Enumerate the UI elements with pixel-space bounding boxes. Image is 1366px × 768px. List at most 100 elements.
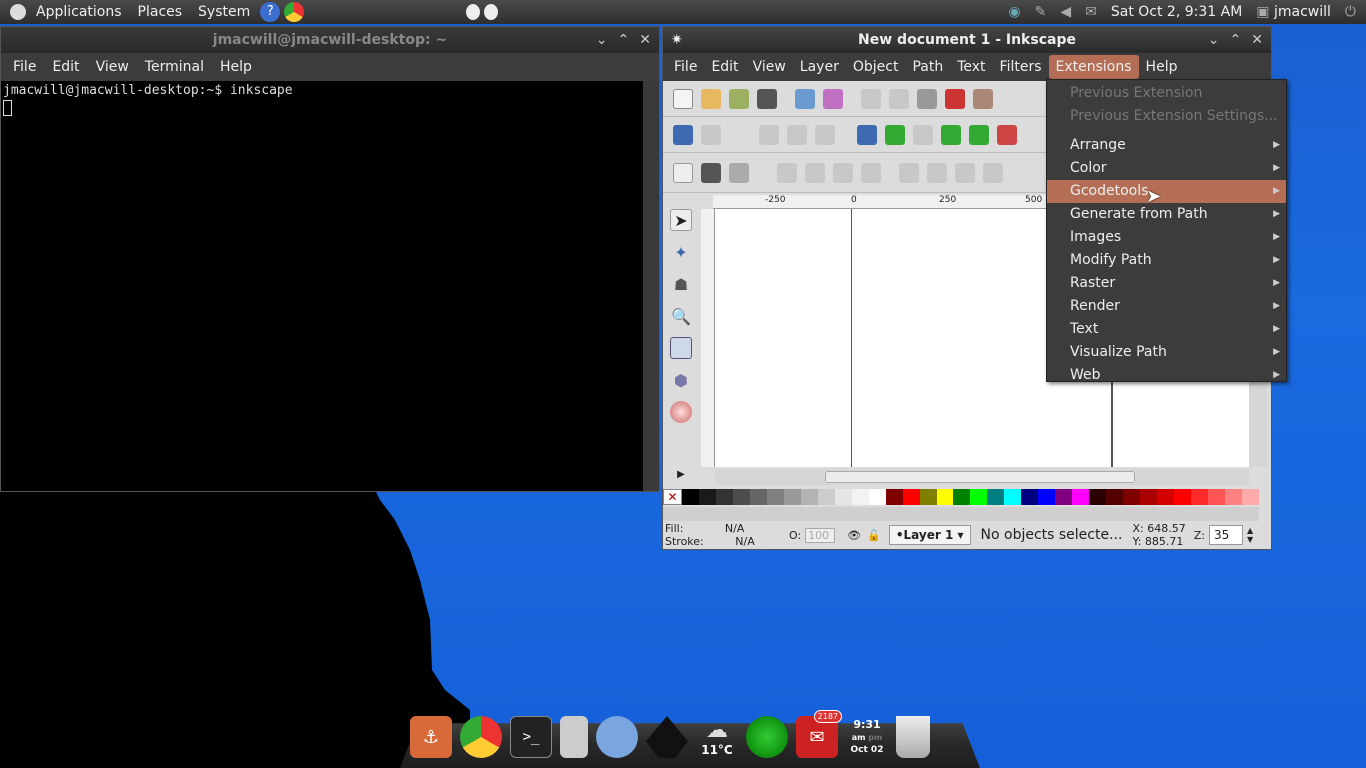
copy-icon[interactable]: [917, 88, 937, 109]
color-swatch[interactable]: [817, 489, 835, 505]
visibility-eye-icon[interactable]: 👁: [847, 529, 861, 542]
rotate-ccw-icon[interactable]: [777, 162, 797, 183]
layers-icon[interactable]: [701, 162, 721, 183]
zoom-field[interactable]: 35: [1208, 525, 1243, 545]
color-swatch[interactable]: [1038, 489, 1056, 505]
rotate-cw-icon[interactable]: [805, 162, 825, 183]
menu-edit[interactable]: Edit: [704, 55, 745, 79]
anchor-launcher-icon[interactable]: ⚓: [410, 716, 452, 758]
ellipse-tool-icon[interactable]: [670, 401, 692, 423]
terminal-menu-terminal[interactable]: Terminal: [137, 55, 212, 79]
horizontal-scrollbar[interactable]: [715, 469, 1249, 485]
color-swatch[interactable]: [885, 489, 903, 505]
menu-item-web[interactable]: Web ▶: [1047, 364, 1286, 387]
palette-scrollbar[interactable]: [663, 507, 1259, 521]
color-swatch[interactable]: [834, 489, 852, 505]
color-swatch[interactable]: [732, 489, 750, 505]
menu-object[interactable]: Object: [846, 55, 906, 79]
menu-item-images[interactable]: Images ▶: [1047, 226, 1286, 249]
close-button[interactable]: ✕: [639, 32, 651, 48]
power-icon[interactable]: ⏻: [1345, 4, 1356, 20]
save-icon[interactable]: [729, 88, 749, 109]
minimize-button[interactable]: ⌄: [596, 32, 608, 48]
menu-path[interactable]: Path: [905, 55, 950, 79]
color-swatch[interactable]: [1208, 489, 1225, 505]
menu-item-arrange[interactable]: Arrange ▶: [1047, 134, 1286, 157]
segment-icon[interactable]: [815, 124, 835, 145]
curve-segment-icon[interactable]: [969, 124, 989, 145]
color-swatch[interactable]: [902, 489, 920, 505]
volume-icon[interactable]: ◀: [1060, 4, 1071, 20]
close-button[interactable]: ✕: [1251, 32, 1263, 48]
color-swatch[interactable]: [868, 489, 886, 505]
terminal-launcher-icon[interactable]: >_: [510, 716, 552, 758]
new-document-icon[interactable]: [673, 88, 693, 109]
inkscape-titlebar[interactable]: ✷ New document 1 - Inkscape ⌄ ⌃ ✕: [663, 27, 1271, 53]
symmetric-node-icon[interactable]: [913, 124, 933, 145]
color-swatch[interactable]: [1157, 489, 1175, 505]
color-swatch[interactable]: [749, 489, 767, 505]
terminal-menu-help[interactable]: Help: [212, 55, 260, 79]
applications-menu[interactable]: Applications: [28, 4, 130, 20]
color-swatch[interactable]: [698, 489, 716, 505]
color-swatch[interactable]: [987, 489, 1005, 505]
color-swatch[interactable]: [715, 489, 733, 505]
menu-layer[interactable]: Layer: [793, 55, 846, 79]
color-swatch[interactable]: [1072, 489, 1090, 505]
cut-icon[interactable]: [945, 88, 965, 109]
color-swatch[interactable]: [1106, 489, 1124, 505]
disk-launcher-icon[interactable]: [560, 716, 588, 758]
terminal-output[interactable]: jmacwill@jmacwill-desktop:~$ inkscape: [1, 81, 659, 491]
document-properties-icon[interactable]: [673, 162, 693, 183]
color-swatch[interactable]: [1055, 489, 1073, 505]
gnome-foot-icon[interactable]: [10, 4, 26, 20]
horizontal-scroll-thumb[interactable]: [825, 471, 1135, 483]
network-icon[interactable]: ◉: [1008, 4, 1020, 20]
clock[interactable]: Sat Oct 2, 9:31 AM: [1111, 4, 1242, 20]
maximize-button[interactable]: ⌃: [1230, 32, 1242, 48]
color-swatch[interactable]: [970, 489, 988, 505]
rectangle-tool-icon[interactable]: [670, 337, 692, 359]
no-paint-swatch[interactable]: ✕: [663, 489, 682, 505]
auto-smooth-icon[interactable]: [941, 124, 961, 145]
trash-icon[interactable]: [896, 716, 930, 758]
color-swatch[interactable]: [1004, 489, 1022, 505]
menu-item-render[interactable]: Render ▶: [1047, 295, 1286, 318]
color-swatch[interactable]: [1191, 489, 1208, 505]
pidgin-launcher-icon[interactable]: [596, 716, 638, 758]
dock-clock[interactable]: 9:31 am pm Oct 02: [846, 716, 888, 758]
fill-stroke-indicator[interactable]: Fill: N/A Stroke: N/A: [665, 522, 785, 548]
smooth-node-icon[interactable]: [885, 124, 905, 145]
menu-file[interactable]: File: [667, 55, 704, 79]
terminal-menu-view[interactable]: View: [88, 55, 137, 79]
minimize-button[interactable]: ⌄: [1208, 32, 1220, 48]
maximize-button[interactable]: ⌃: [618, 32, 630, 48]
break-path-icon[interactable]: [787, 124, 807, 145]
join-nodes-icon[interactable]: [759, 124, 779, 145]
zoom-spinner[interactable]: ▲ ▼: [1247, 526, 1253, 544]
print-icon[interactable]: [757, 88, 777, 109]
node-tool-icon[interactable]: ✦: [670, 241, 692, 263]
menu-extensions[interactable]: Extensions: [1048, 55, 1139, 79]
menu-help[interactable]: Help: [1139, 55, 1185, 79]
user-menu[interactable]: ▣ jmacwill: [1256, 4, 1331, 20]
color-swatch[interactable]: [800, 489, 818, 505]
raise-to-top-icon[interactable]: [899, 162, 919, 183]
paste-icon[interactable]: [973, 88, 993, 109]
color-swatch[interactable]: [1089, 489, 1107, 505]
inkscape-launcher-icon[interactable]: [646, 716, 688, 758]
color-swatch[interactable]: [936, 489, 954, 505]
flip-vertical-icon[interactable]: [861, 162, 881, 183]
flip-horizontal-icon[interactable]: [833, 162, 853, 183]
import-icon[interactable]: [795, 88, 815, 109]
color-swatch[interactable]: [1174, 489, 1192, 505]
menu-item-previous-extension[interactable]: Previous Extension: [1047, 82, 1286, 105]
lower-icon[interactable]: [955, 162, 975, 183]
fill-stroke-icon[interactable]: [729, 162, 749, 183]
menu-item-text[interactable]: Text ▶: [1047, 318, 1286, 341]
menu-item-gcodetools[interactable]: Gcodetools ▶: [1047, 180, 1286, 203]
menu-item-raster[interactable]: Raster ▶: [1047, 272, 1286, 295]
menu-item-color[interactable]: Color ▶: [1047, 157, 1286, 180]
color-swatch[interactable]: [1224, 489, 1242, 505]
selector-tool-icon[interactable]: ➤: [670, 209, 692, 231]
